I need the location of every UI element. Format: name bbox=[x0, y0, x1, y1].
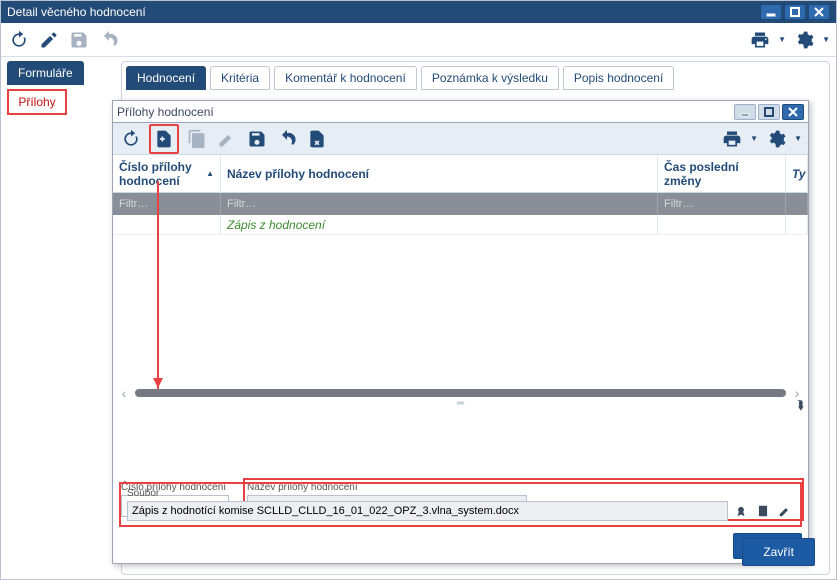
cell-name: Zápis z hodnocení bbox=[221, 215, 658, 234]
outer-close-action-button[interactable]: Zavřít bbox=[742, 538, 815, 566]
inner-edit-icon bbox=[215, 127, 239, 151]
table-row[interactable]: Zápis z hodnocení bbox=[113, 215, 808, 235]
sidebar-item-attachments[interactable]: Přílohy bbox=[7, 89, 67, 115]
cell-time bbox=[658, 215, 786, 234]
edit-file-icon[interactable] bbox=[776, 502, 794, 520]
close-button[interactable] bbox=[808, 4, 830, 20]
maximize-button[interactable] bbox=[784, 4, 806, 20]
tab-forms[interactable]: Formuláře bbox=[7, 61, 84, 85]
inner-maximize-button[interactable] bbox=[758, 104, 780, 120]
main-toolbar: ▼ ▼ bbox=[1, 23, 836, 57]
label-file: Soubor bbox=[127, 488, 794, 499]
tab-criteria[interactable]: Kritéria bbox=[210, 66, 270, 90]
left-pane: Formuláře Přílohy bbox=[1, 57, 121, 579]
filter-time[interactable]: Filtr… bbox=[658, 193, 786, 215]
inner-close-button[interactable] bbox=[782, 104, 804, 120]
tab-description[interactable]: Popis hodnocení bbox=[563, 66, 674, 90]
print-dropdown-icon[interactable]: ▼ bbox=[778, 35, 786, 44]
tab-note[interactable]: Poznámka k výsledku bbox=[421, 66, 559, 90]
inner-gear-dropdown-icon[interactable]: ▼ bbox=[794, 134, 802, 143]
col-header-name[interactable]: Název přílohy hodnocení bbox=[221, 155, 658, 192]
file-field-wrapper: Soubor bbox=[121, 484, 800, 525]
inner-save-icon[interactable] bbox=[245, 127, 269, 151]
undo-icon bbox=[97, 28, 121, 52]
tab-comment[interactable]: Komentář k hodnocení bbox=[274, 66, 417, 90]
cell-number bbox=[113, 215, 221, 234]
col-header-type[interactable]: Ty bbox=[786, 155, 808, 192]
filter-number[interactable]: Filtr… bbox=[113, 193, 221, 215]
cell-type bbox=[786, 215, 808, 234]
attachments-modal: Přílohy hodnocení bbox=[112, 100, 809, 564]
main-window: Detail věcného hodnocení ▼ ▼ Formuláře P… bbox=[0, 0, 837, 580]
inner-refresh-icon[interactable] bbox=[119, 127, 143, 151]
new-attachment-highlight bbox=[149, 124, 179, 154]
filter-name[interactable]: Filtr… bbox=[221, 193, 658, 215]
window-title: Detail věcného hodnocení bbox=[7, 5, 760, 19]
seal-icon[interactable] bbox=[732, 502, 750, 520]
tab-row: Hodnocení Kritéria Komentář k hodnocení … bbox=[126, 66, 825, 90]
col-header-time[interactable]: Čas poslední změny bbox=[658, 155, 786, 192]
view-file-icon[interactable] bbox=[754, 502, 772, 520]
input-file[interactable] bbox=[127, 501, 728, 521]
inner-title-text: Přílohy hodnocení bbox=[117, 105, 734, 119]
delete-icon[interactable] bbox=[305, 127, 329, 151]
copy-icon bbox=[185, 127, 209, 151]
grid-header: Číslo přílohy hodnocení Název přílohy ho… bbox=[113, 155, 808, 193]
main-body: Formuláře Přílohy Hodnocení Kritéria Kom… bbox=[1, 57, 836, 579]
expand-down-icon[interactable]: ⮯ bbox=[797, 398, 804, 413]
inner-print-dropdown-icon[interactable]: ▼ bbox=[750, 134, 758, 143]
grid-filter-row: Filtr… Filtr… Filtr… bbox=[113, 193, 808, 215]
new-attachment-icon[interactable] bbox=[152, 127, 176, 151]
inner-undo-icon[interactable] bbox=[275, 127, 299, 151]
minimize-button[interactable] bbox=[760, 4, 782, 20]
col-header-number[interactable]: Číslo přílohy hodnocení bbox=[113, 155, 221, 192]
edit-icon[interactable] bbox=[37, 28, 61, 52]
scroll-track[interactable] bbox=[135, 389, 786, 397]
refresh-icon[interactable] bbox=[7, 28, 31, 52]
outer-footer: Zavřít bbox=[742, 538, 815, 566]
inner-toolbar: ▼ ▼ bbox=[113, 123, 808, 155]
right-pane: Hodnocení Kritéria Komentář k hodnocení … bbox=[121, 61, 830, 575]
print-icon[interactable] bbox=[748, 28, 772, 52]
tab-evaluation[interactable]: Hodnocení bbox=[126, 66, 206, 90]
titlebar: Detail věcného hodnocení bbox=[1, 1, 836, 23]
save-icon bbox=[67, 28, 91, 52]
scroll-left-icon[interactable]: ‹ bbox=[117, 385, 131, 401]
annotation-arrow bbox=[157, 181, 159, 391]
gear-icon[interactable] bbox=[792, 28, 816, 52]
inner-titlebar: Přílohy hodnocení bbox=[113, 101, 808, 123]
filter-type[interactable] bbox=[786, 193, 808, 215]
gear-dropdown-icon[interactable]: ▼ bbox=[822, 35, 830, 44]
inner-minimize-button[interactable] bbox=[734, 104, 756, 120]
inner-print-icon[interactable] bbox=[720, 127, 744, 151]
resize-handle-icon[interactable]: ═ bbox=[457, 398, 464, 409]
inner-gear-icon[interactable] bbox=[764, 127, 788, 151]
attachments-grid: Číslo přílohy hodnocení Název přílohy ho… bbox=[113, 155, 808, 563]
